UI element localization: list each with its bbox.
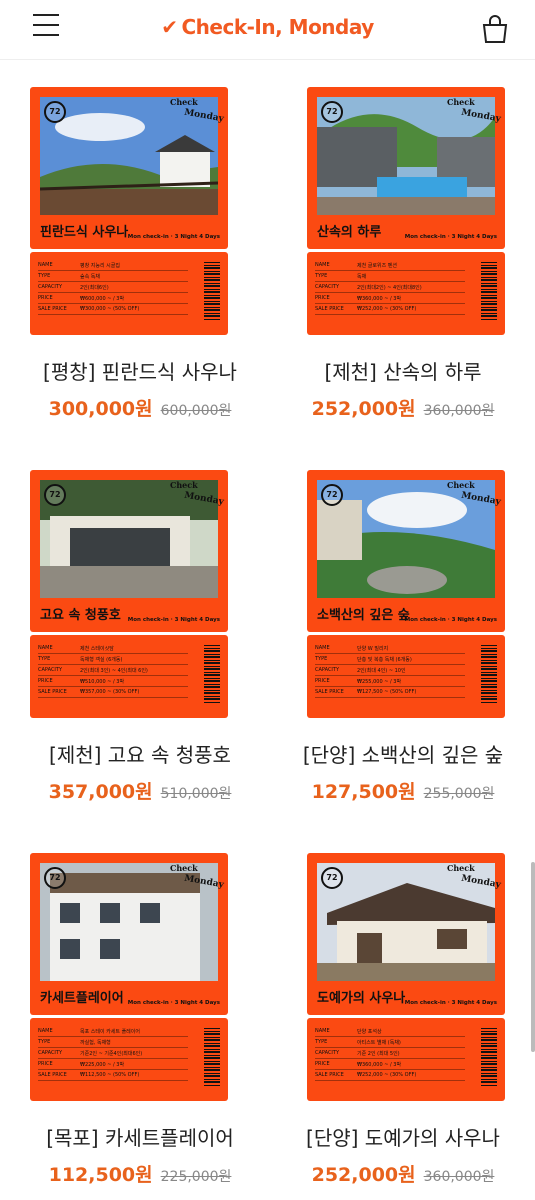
ticket-name: 도예가의 사우나 <box>317 991 406 1006</box>
barcode-icon <box>481 262 497 320</box>
sale-price: 112,500원 <box>48 1164 153 1186</box>
barcode-icon <box>204 1028 220 1086</box>
product-title[interactable]: [평창] 핀란드식 사우나 <box>20 356 260 385</box>
check-in-stamp: Check Monday <box>170 480 225 508</box>
sale-price: 127,500원 <box>311 781 416 803</box>
product-prices: 357,000원 510,000원 <box>20 777 260 804</box>
ticket-name: 핀란드식 사우나 <box>40 225 129 240</box>
barcode-icon <box>204 645 220 703</box>
product-ticket-image[interactable]: 72 Check Monday 카세트플레이어 Mon check-in · 3… <box>30 853 228 1101</box>
product-title[interactable]: [단양] 소백산의 깊은 숲 <box>283 739 523 768</box>
original-price: 255,000원 <box>423 786 495 802</box>
ticket-subtitle: Mon check-in · 3 Night 4 Days <box>404 617 497 623</box>
ticket-info-table: NAME 목포 스테이 카세트 플레이어 TYPE 까실험, 독채형 CAPACIT… <box>38 1026 188 1081</box>
shopping-bag-icon[interactable] <box>481 14 509 44</box>
ticket-name: 산속의 하루 <box>317 225 382 240</box>
logo-text: Check-In, Monday <box>181 15 374 39</box>
72-hours-badge: 72 <box>321 484 343 506</box>
original-price: 225,000원 <box>160 1169 232 1185</box>
72-hours-badge: 72 <box>44 101 66 123</box>
ticket-top: 72 Check Monday 소백산의 깊은 숲 Mon check-in ·… <box>307 470 505 632</box>
ticket-top: 72 Check Monday 핀란드식 사우나 Mon check-in · … <box>30 87 228 249</box>
original-price: 600,000원 <box>160 403 232 419</box>
product-prices: 252,000원 360,000원 <box>283 1160 523 1187</box>
ticket-subtitle: Mon check-in · 3 Night 4 Days <box>404 234 497 240</box>
check-in-stamp: Check Monday <box>447 97 502 125</box>
check-in-stamp: Check Monday <box>170 863 225 891</box>
72-hours-badge: 72 <box>321 867 343 889</box>
ticket-info-table: NAME 제천 스테이싯담 TYPE 독채형 객실 (6개동) CAPACITY 2인… <box>38 643 188 698</box>
barcode-icon <box>481 645 497 703</box>
72-hours-badge: 72 <box>321 101 343 123</box>
sale-price: 252,000원 <box>311 1164 416 1186</box>
product-prices: 127,500원 255,000원 <box>283 777 523 804</box>
ticket-bottom: NAME 단양 W 빌리지 TYPE 단층 및 복층 독채 (6개동) CAPACI… <box>307 635 505 718</box>
ticket-subtitle: Mon check-in · 3 Night 4 Days <box>127 1000 220 1006</box>
ticket-top: 72 Check Monday 도예가의 사우나 Mon check-in · … <box>307 853 505 1015</box>
original-price: 360,000원 <box>423 403 495 419</box>
check-in-stamp: Check Monday <box>447 480 502 508</box>
ticket-bottom: NAME 평창 지능리 시골집 TYPE 숲속 독채 CAPACITY 2인(최대6인… <box>30 252 228 335</box>
sale-price: 300,000원 <box>48 398 153 420</box>
ticket-name: 소백산의 깊은 숲 <box>317 608 410 623</box>
product-ticket-image[interactable]: 72 Check Monday 고요 속 청풍호 Mon check-in · … <box>30 470 228 718</box>
ticket-top: 72 Check Monday 카세트플레이어 Mon check-in · 3… <box>30 853 228 1015</box>
original-price: 510,000원 <box>160 786 232 802</box>
sale-price: 252,000원 <box>311 398 416 420</box>
ticket-bottom: NAME 단양 포석상 TYPE 아티스트 별채 (독채) CAPACITY 기준 2… <box>307 1018 505 1101</box>
app-header: ✔ Check-In, Monday <box>0 0 535 60</box>
check-in-stamp: Check Monday <box>170 97 225 125</box>
ticket-bottom: NAME 목포 스테이 카세트 플레이어 TYPE 까실험, 독채형 CAPACIT… <box>30 1018 228 1101</box>
product-prices: 300,000원 600,000원 <box>20 394 260 421</box>
ticket-subtitle: Mon check-in · 3 Night 4 Days <box>127 617 220 623</box>
product-title[interactable]: [제천] 산속의 하루 <box>283 356 523 385</box>
ticket-bottom: NAME 제천 글로위즈 펜션 TYPE 독채 CAPACITY 2인(최대2인) ~… <box>307 252 505 335</box>
ticket-bottom: NAME 제천 스테이싯담 TYPE 독채형 객실 (6개동) CAPACITY 2인… <box>30 635 228 718</box>
product-prices: 112,500원 225,000원 <box>20 1160 260 1187</box>
product-ticket-image[interactable]: 72 Check Monday 소백산의 깊은 숲 Mon check-in ·… <box>307 470 505 718</box>
72-hours-badge: 72 <box>44 867 66 889</box>
product-ticket-image[interactable]: 72 Check Monday 산속의 하루 Mon check-in · 3 … <box>307 87 505 335</box>
check-in-stamp: Check Monday <box>447 863 502 891</box>
product-prices: 252,000원 360,000원 <box>283 394 523 421</box>
checkmark-icon: ✔ <box>161 15 178 39</box>
sale-price: 357,000원 <box>48 781 153 803</box>
brand-logo[interactable]: ✔ Check-In, Monday <box>0 15 535 39</box>
scrollbar[interactable] <box>531 862 535 1052</box>
product-title[interactable]: [제천] 고요 속 청풍호 <box>20 739 260 768</box>
72-hours-badge: 72 <box>44 484 66 506</box>
ticket-info-table: NAME 단양 W 빌리지 TYPE 단층 및 복층 독채 (6개동) CAPACI… <box>315 643 465 698</box>
product-title[interactable]: [단양] 도예가의 사우나 <box>283 1122 523 1151</box>
ticket-info-table: NAME 평창 지능리 시골집 TYPE 숲속 독채 CAPACITY 2인(최대6인… <box>38 260 188 315</box>
ticket-info-table: NAME 제천 글로위즈 펜션 TYPE 독채 CAPACITY 2인(최대2인) ~… <box>315 260 465 315</box>
product-ticket-image[interactable]: 72 Check Monday 도예가의 사우나 Mon check-in · … <box>307 853 505 1101</box>
product-title[interactable]: [목포] 카세트플레이어 <box>20 1122 260 1151</box>
ticket-name: 고요 속 청풍호 <box>40 608 121 623</box>
product-ticket-image[interactable]: 72 Check Monday 핀란드식 사우나 Mon check-in · … <box>30 87 228 335</box>
ticket-subtitle: Mon check-in · 3 Night 4 Days <box>404 1000 497 1006</box>
original-price: 360,000원 <box>423 1169 495 1185</box>
barcode-icon <box>481 1028 497 1086</box>
ticket-top: 72 Check Monday 고요 속 청풍호 Mon check-in · … <box>30 470 228 632</box>
ticket-name: 카세트플레이어 <box>40 991 124 1006</box>
ticket-info-table: NAME 단양 포석상 TYPE 아티스트 별채 (독채) CAPACITY 기준 2… <box>315 1026 465 1081</box>
ticket-top: 72 Check Monday 산속의 하루 Mon check-in · 3 … <box>307 87 505 249</box>
ticket-subtitle: Mon check-in · 3 Night 4 Days <box>127 234 220 240</box>
barcode-icon <box>204 262 220 320</box>
